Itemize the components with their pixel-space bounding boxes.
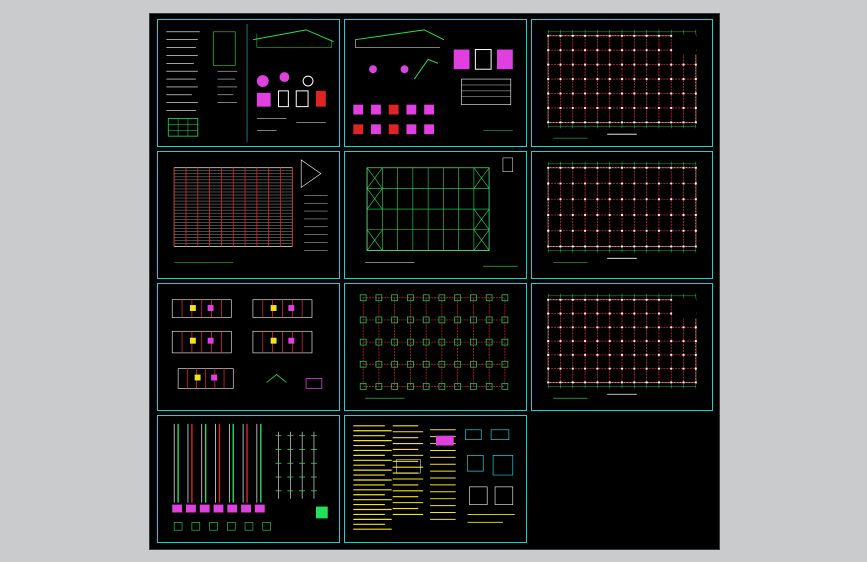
sheet-roof-purlin-plan-drawing	[173, 159, 328, 263]
sheet-design-notes[interactable]	[344, 415, 527, 543]
sheet-floor-plan-c[interactable]	[531, 283, 713, 411]
sheet-floor-plan-a-drawing	[547, 29, 697, 139]
sheet-elevations-drawing	[171, 299, 323, 389]
sheet-column-base-details-drawing	[353, 29, 513, 135]
sheet-column-sections[interactable]	[157, 415, 340, 543]
sheet-foundation-plan[interactable]	[344, 283, 527, 411]
sheet-floor-plan-b[interactable]	[531, 151, 713, 279]
sheet-general-notes[interactable]	[157, 19, 340, 147]
sheet-foundation-plan-drawing	[359, 294, 509, 399]
sheet-floor-plan-a[interactable]	[531, 19, 713, 147]
sheet-floor-plan-c-drawing	[547, 293, 697, 399]
drawing-viewport[interactable]	[149, 13, 720, 550]
sheet-floor-plan-b-drawing	[547, 161, 697, 263]
sheet-column-base-details[interactable]	[344, 19, 527, 147]
sheet-roof-purlin-plan[interactable]	[157, 151, 340, 279]
sheet-general-notes-drawing	[166, 23, 334, 143]
sheet-design-notes-drawing	[353, 425, 515, 530]
sheet-bracing-plan[interactable]	[344, 151, 527, 279]
sheet-elevations[interactable]	[157, 283, 340, 411]
sheet-bracing-plan-drawing	[365, 157, 518, 267]
sheet-column-sections-drawing	[172, 423, 328, 531]
